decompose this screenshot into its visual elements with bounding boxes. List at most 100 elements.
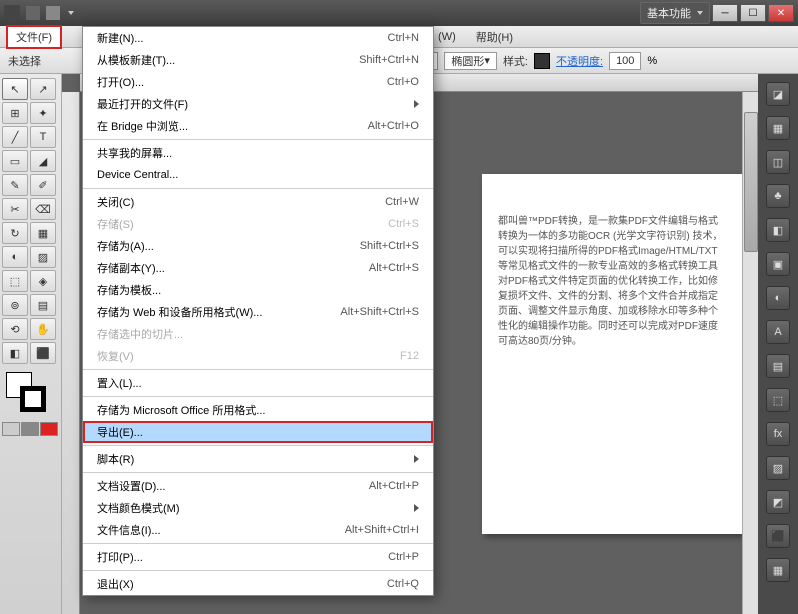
menu-item-label: 存储副本(Y)... xyxy=(97,260,369,276)
dock-panel-3[interactable]: ♣ xyxy=(766,184,790,208)
file-menu-dropdown: 新建(N)...Ctrl+N从模板新建(T)...Shift+Ctrl+N打开(… xyxy=(82,26,434,596)
tool-9[interactable]: ✐ xyxy=(30,174,56,196)
color-modes xyxy=(2,422,59,436)
menu-item-devicecentral[interactable]: Device Central... xyxy=(83,164,433,186)
scroll-thumb[interactable] xyxy=(744,112,758,252)
menu-item-microsoftoffice[interactable]: 存储为 Microsoft Office 所用格式... xyxy=(83,399,433,421)
menu-item-r[interactable]: 脚本(R) xyxy=(83,448,433,470)
tool-15[interactable]: ▨ xyxy=(30,246,56,268)
tool-16[interactable]: ⬚ xyxy=(2,270,28,292)
menu-window[interactable]: (W) xyxy=(430,29,464,45)
submenu-arrow-icon xyxy=(414,504,419,512)
opacity-field[interactable]: 100 xyxy=(609,52,641,70)
menu-item-m[interactable]: 文档颜色模式(M) xyxy=(83,497,433,519)
menu-item-shortcut: Ctrl+W xyxy=(385,196,419,208)
menu-item-label: 存储选中的切片... xyxy=(97,326,419,342)
menu-item-a[interactable]: 存储为(A)...Shift+Ctrl+S xyxy=(83,235,433,257)
menu-item-c[interactable]: 关闭(C)Ctrl+W xyxy=(83,191,433,213)
color-mode-2[interactable] xyxy=(40,422,58,436)
menu-item-l[interactable]: 置入(L)... xyxy=(83,372,433,394)
tool-0[interactable]: ↖ xyxy=(2,78,28,100)
menu-item-[interactable]: 存储为模板... xyxy=(83,279,433,301)
tool-13[interactable]: ▦ xyxy=(30,222,56,244)
dock-panel-14[interactable]: ▦ xyxy=(766,558,790,582)
tool-19[interactable]: ▤ xyxy=(30,294,56,316)
panel-dock: ◪ ▦ ◫ ♣ ◧ ▣ ◐ A ▤ ⬚ fx ▨ ◩ ⬛ ▦ xyxy=(758,74,798,614)
dock-panel-9[interactable]: ⬚ xyxy=(766,388,790,412)
menu-item-i[interactable]: 文件信息(I)...Alt+Shift+Ctrl+I xyxy=(83,519,433,541)
tool-7[interactable]: ◢ xyxy=(30,150,56,172)
menu-help[interactable]: 帮助(H) xyxy=(468,27,521,47)
selection-label: 未选择 xyxy=(8,53,41,69)
color-mode-0[interactable] xyxy=(2,422,20,436)
bridge-icon[interactable] xyxy=(26,6,40,20)
menu-item-shortcut: Ctrl+N xyxy=(388,32,419,44)
dock-panel-6[interactable]: ◐ xyxy=(766,286,790,310)
tool-18[interactable]: ⊚ xyxy=(2,294,28,316)
menu-item-shortcut: Alt+Ctrl+O xyxy=(368,120,419,132)
submenu-arrow-icon xyxy=(414,100,419,108)
tool-10[interactable]: ✂ xyxy=(2,198,28,220)
menu-item-o[interactable]: 打开(O)...Ctrl+O xyxy=(83,71,433,93)
menu-item-x[interactable]: 退出(X)Ctrl+Q xyxy=(83,573,433,595)
dock-panel-5[interactable]: ▣ xyxy=(766,252,790,276)
tool-4[interactable]: ╱ xyxy=(2,126,28,148)
scrollbar-vertical[interactable] xyxy=(742,92,758,614)
menu-item-bridge[interactable]: 在 Bridge 中浏览...Alt+Ctrl+O xyxy=(83,115,433,137)
menu-item-label: 从模板新建(T)... xyxy=(97,52,359,68)
dock-panel-1[interactable]: ▦ xyxy=(766,116,790,140)
layout-icon[interactable] xyxy=(46,6,60,20)
menu-item-label: 打印(P)... xyxy=(97,549,388,565)
dock-panel-0[interactable]: ◪ xyxy=(766,82,790,106)
close-button[interactable]: ✕ xyxy=(768,4,794,22)
color-swatch[interactable] xyxy=(6,372,46,412)
dock-panel-10[interactable]: fx xyxy=(766,422,790,446)
dock-panel-8[interactable]: ▤ xyxy=(766,354,790,378)
submenu-arrow-icon xyxy=(414,455,419,463)
tool-2[interactable]: ⊞ xyxy=(2,102,28,124)
menu-item-webw[interactable]: 存储为 Web 和设备所用格式(W)...Alt+Shift+Ctrl+S xyxy=(83,301,433,323)
menu-item-p[interactable]: 打印(P)...Ctrl+P xyxy=(83,546,433,568)
tool-8[interactable]: ✎ xyxy=(2,174,28,196)
tool-12[interactable]: ↻ xyxy=(2,222,28,244)
workspace-switcher[interactable]: 基本功能 xyxy=(640,2,710,24)
minimize-button[interactable]: ─ xyxy=(712,4,738,22)
menu-item-f[interactable]: 最近打开的文件(F) xyxy=(83,93,433,115)
dock-panel-2[interactable]: ◫ xyxy=(766,150,790,174)
tool-14[interactable]: ◐ xyxy=(2,246,28,268)
dock-panel-11[interactable]: ▨ xyxy=(766,456,790,480)
shape-profile[interactable]: 椭圆形▾ xyxy=(444,52,497,70)
dock-panel-12[interactable]: ◩ xyxy=(766,490,790,514)
maximize-button[interactable]: ☐ xyxy=(740,4,766,22)
body-text: 都叫兽™PDF转换，是一款集PDF文件编辑与格式转换为一体的多功能OCR (光学… xyxy=(498,214,726,349)
menu-item-label: 存储为 Microsoft Office 所用格式... xyxy=(97,402,419,418)
menu-item-e[interactable]: 导出(E)... xyxy=(83,421,433,443)
tool-17[interactable]: ◈ xyxy=(30,270,56,292)
menu-item-shortcut: Ctrl+Q xyxy=(387,578,419,590)
tool-20[interactable]: ⟲ xyxy=(2,318,28,340)
chevron-down-icon[interactable] xyxy=(68,11,74,15)
tool-3[interactable]: ✦ xyxy=(30,102,56,124)
percent-label: % xyxy=(647,55,657,67)
menu-item-[interactable]: 共享我的屏幕... xyxy=(83,142,433,164)
menu-item-y[interactable]: 存储副本(Y)...Alt+Ctrl+S xyxy=(83,257,433,279)
style-swatch[interactable] xyxy=(534,53,550,69)
ruler-vertical xyxy=(62,92,80,614)
menu-item-label: 共享我的屏幕... xyxy=(97,145,419,161)
tool-22[interactable]: ◧ xyxy=(2,342,28,364)
tool-21[interactable]: ✋ xyxy=(30,318,56,340)
tool-5[interactable]: T xyxy=(30,126,56,148)
menu-item-n[interactable]: 新建(N)...Ctrl+N xyxy=(83,27,433,49)
color-mode-1[interactable] xyxy=(21,422,39,436)
opacity-label[interactable]: 不透明度: xyxy=(556,53,603,69)
menu-file[interactable]: 文件(F) xyxy=(6,25,62,49)
menu-item-d[interactable]: 文档设置(D)...Alt+Ctrl+P xyxy=(83,475,433,497)
dock-panel-7[interactable]: A xyxy=(766,320,790,344)
tool-1[interactable]: ↗ xyxy=(30,78,56,100)
tool-23[interactable]: ⬛ xyxy=(30,342,56,364)
menu-item-t[interactable]: 从模板新建(T)...Shift+Ctrl+N xyxy=(83,49,433,71)
tool-11[interactable]: ⌫ xyxy=(30,198,56,220)
dock-panel-13[interactable]: ⬛ xyxy=(766,524,790,548)
tool-6[interactable]: ▭ xyxy=(2,150,28,172)
dock-panel-4[interactable]: ◧ xyxy=(766,218,790,242)
